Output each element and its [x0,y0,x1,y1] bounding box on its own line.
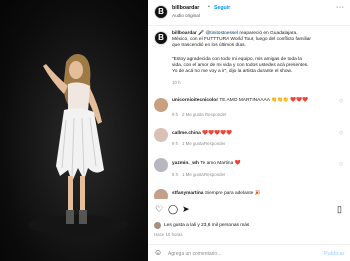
comment-text: ❤️❤️❤️❤️❤️ [202,131,233,136]
comment-icon[interactable]: ◯ [168,205,178,214]
caption-time[interactable]: 10 h [172,80,181,85]
mention-link[interactable]: @tinitostoessel [205,31,238,36]
heart-icon[interactable]: ♡ [339,131,343,137]
comment-text: Siempre para adelante 🎉 [204,191,261,196]
quote-line1: “Estoy agradecida con todo mi equipo, mi… [172,57,302,62]
comment-time: 5 h [172,172,179,177]
avatar[interactable] [154,98,168,112]
post-media[interactable] [0,0,148,261]
publish-button[interactable]: Publicar [324,251,344,257]
avatar[interactable]: B [154,5,168,19]
heart-icon[interactable]: ♡ [155,205,163,214]
share-icon[interactable]: ➤ [182,205,190,214]
avatar [154,222,161,229]
comment-likes[interactable]: 1 Me gusta [182,172,204,177]
comment-time: 9 h [172,141,179,146]
bookmark-icon[interactable]: ▯ [337,205,342,214]
comment-username[interactable]: yazmin._wh [172,161,199,166]
caption: billboardar 🎤 @tinitostoessel reapareció… [172,31,311,49]
comment-username[interactable]: stfanymartina [172,191,203,196]
heart-icon[interactable]: ♡ [339,99,343,105]
caption-username[interactable]: billboardar [172,31,197,36]
comment-username[interactable]: callme.china [172,131,201,136]
quote-line3: Yo de acá no me voy a ir”, dijo la artis… [172,69,293,75]
comment: stfanymartina Siempre para adelante 🎉 [172,191,334,197]
comment: yazmin._wh Te amo Martina ❤️ [172,161,334,167]
avatar[interactable] [154,128,168,142]
comment-likes[interactable]: 2 Me gusta [182,112,204,117]
audio-label[interactable]: Audio original [172,13,200,18]
quote-line2: vida, con el amor de mi vida y con todos… [172,63,309,69]
reply-link[interactable]: Responder [204,172,225,177]
reply-link[interactable]: Responder [205,112,226,117]
comment-text: Te amo Martina ❤️ [200,161,241,166]
likes-count[interactable]: Les gusta a lali y 23,6 mil personas más [164,223,249,228]
action-bar: ♡ ◯ ➤ ▯ Les gusta a lali y 23,6 mil pers… [148,199,350,244]
comment-username[interactable]: unicornioitecnicolor [172,98,218,103]
caption-line2: México, con el FUTTTURA World Tour, lueg… [172,37,311,43]
dot-separator: • [208,4,210,10]
caption-line1: reapareció en Guadalajara, [239,31,298,36]
post-panel: B billboardar • Seguir Audio original ··… [148,0,350,261]
post-date: Hace 10 horas [154,232,183,237]
comment: callme.china ❤️❤️❤️❤️❤️ [172,131,334,137]
avatar[interactable]: B [154,31,168,45]
comment-input[interactable]: Agrega un comentario... [168,251,221,257]
post-header: B billboardar • Seguir Audio original ··… [148,0,350,26]
reply-link[interactable]: Responder [204,141,225,146]
caption-line3: que trascendió en los últimos días. [172,43,246,49]
avatar[interactable] [154,158,168,172]
more-icon[interactable]: ··· [336,4,345,11]
emoji-icon[interactable]: ☺ [154,248,162,257]
heart-icon[interactable]: ♡ [339,162,343,168]
comment-bar: ☺ Agrega un comentario... Publicar [148,244,350,261]
comment-text: TE AMO MARTINAAAA 👏👏👏 ❤️❤️❤️ [219,98,309,103]
comment: unicornioitecnicolor TE AMO MARTINAAAA 👏… [172,98,334,104]
performer-image [28,54,128,235]
comment-time: 9 h [172,112,179,117]
caption-quote: “Estoy agradecida con todo mi equipo, mi… [172,57,344,76]
follow-button[interactable]: Seguir [214,5,230,11]
post-username[interactable]: billboardar [172,5,199,11]
comment-likes[interactable]: 1 Me gusta [182,141,204,146]
